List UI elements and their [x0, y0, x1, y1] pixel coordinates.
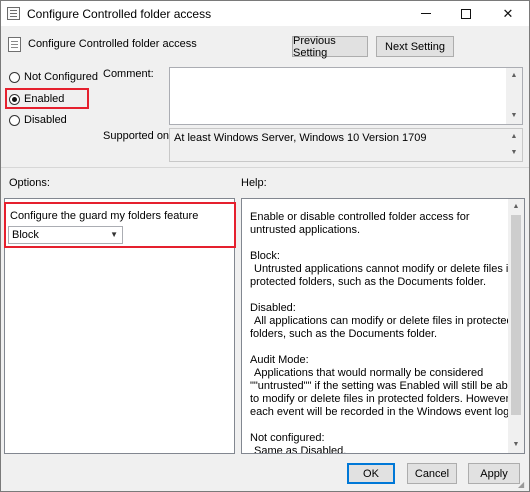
- help-paragraph: Audit Mode: Applications that would norma…: [250, 354, 517, 418]
- chevron-down-icon: ▼: [110, 230, 118, 239]
- ok-button[interactable]: OK: [347, 463, 395, 484]
- dropdown-selected-value: Block: [12, 229, 39, 241]
- supported-on-label: Supported on:: [103, 130, 173, 142]
- comment-textarea[interactable]: ▲ ▼: [169, 67, 523, 125]
- scroll-thumb[interactable]: [511, 215, 521, 415]
- feature-label: Configure the guard my folders feature: [10, 210, 199, 222]
- help-scrollbar[interactable]: ▲ ▼: [508, 199, 524, 453]
- maximize-button[interactable]: [447, 1, 485, 26]
- radio-circle-selected[interactable]: [9, 93, 20, 105]
- section-divider: [1, 167, 529, 168]
- close-button[interactable]: ✕: [489, 1, 527, 26]
- window-title: Configure Controlled folder access: [27, 7, 212, 21]
- supported-on-field: At least Windows Server, Windows 10 Vers…: [169, 128, 523, 162]
- scroll-up-icon[interactable]: ▲: [506, 69, 522, 83]
- help-paragraph: Block: Untrusted applications cannot modi…: [250, 250, 515, 288]
- setting-document-icon: [8, 37, 21, 52]
- radio-circle[interactable]: [9, 114, 20, 126]
- supported-scrollbar[interactable]: ▲ ▼: [506, 129, 522, 161]
- cancel-button[interactable]: Cancel: [407, 463, 457, 484]
- help-panel[interactable]: Enable or disable controlled folder acce…: [241, 198, 525, 454]
- radio-circle[interactable]: [9, 71, 20, 83]
- guard-mode-dropdown[interactable]: Block ▼: [8, 226, 123, 244]
- help-text: Enable or disable controlled folder acce…: [250, 211, 518, 454]
- scroll-down-icon[interactable]: ▼: [506, 146, 522, 160]
- previous-setting-button[interactable]: Previous Setting: [292, 35, 368, 59]
- minimize-icon: [421, 13, 431, 14]
- next-setting-button[interactable]: Next Setting: [376, 36, 454, 57]
- comment-scrollbar[interactable]: ▲ ▼: [506, 68, 522, 124]
- radio-label: Not Configured: [24, 71, 98, 83]
- supported-on-value: At least Windows Server, Windows 10 Vers…: [174, 132, 427, 144]
- scroll-up-icon[interactable]: ▲: [506, 130, 522, 144]
- scroll-down-icon[interactable]: ▼: [506, 109, 522, 123]
- scroll-down-icon[interactable]: ▼: [508, 438, 524, 452]
- help-paragraph: Disabled: All applications can modify or …: [250, 302, 513, 340]
- minimize-button[interactable]: [407, 1, 445, 26]
- help-paragraph: Not configured: Same as Disabled.: [250, 432, 347, 454]
- setting-title: Configure Controlled folder access: [28, 38, 197, 50]
- radio-not-configured[interactable]: Not Configured: [9, 71, 98, 83]
- radio-disabled[interactable]: Disabled: [9, 114, 67, 126]
- apply-button[interactable]: Apply: [468, 463, 520, 484]
- radio-label: Disabled: [24, 114, 67, 126]
- options-label: Options:: [9, 177, 50, 189]
- resize-grip-icon[interactable]: ◢: [518, 480, 528, 490]
- scroll-up-icon[interactable]: ▲: [508, 200, 524, 214]
- radio-label: Enabled: [24, 93, 65, 105]
- close-icon: ✕: [502, 5, 514, 21]
- policy-settings-icon: [7, 7, 20, 20]
- maximize-icon: [461, 8, 471, 19]
- help-paragraph: Enable or disable controlled folder acce…: [250, 211, 470, 236]
- comment-label: Comment:: [103, 68, 154, 80]
- title-bar[interactable]: Configure Controlled folder access ✕: [1, 1, 529, 26]
- policy-dialog-window: Configure Controlled folder access ✕ Con…: [0, 0, 530, 492]
- help-label: Help:: [241, 177, 267, 189]
- radio-enabled[interactable]: Enabled: [9, 93, 64, 105]
